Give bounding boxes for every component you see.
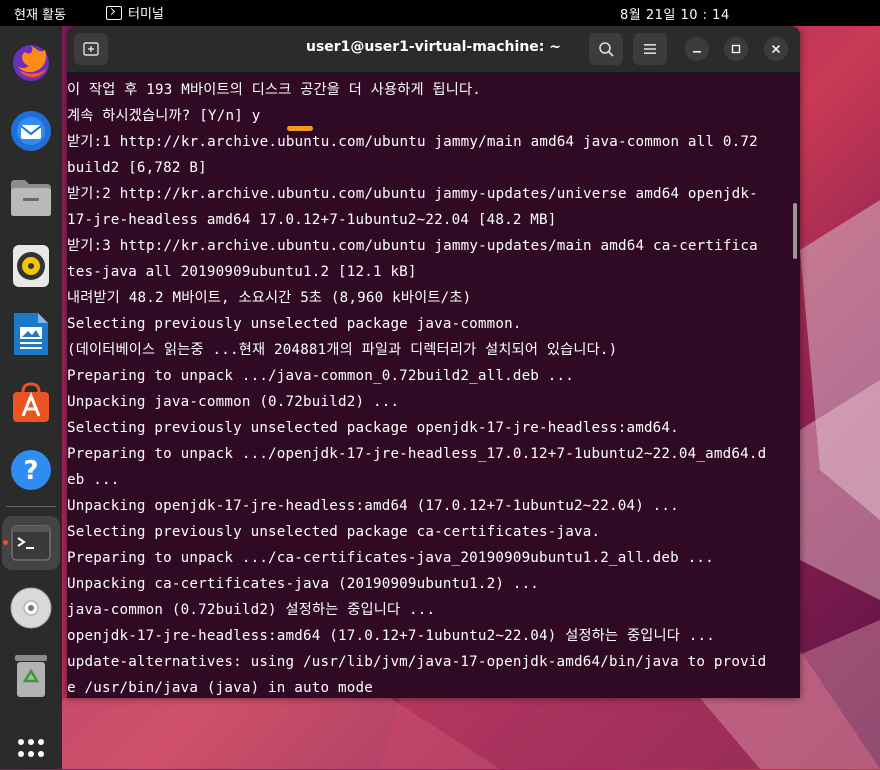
scrollbar[interactable] xyxy=(793,203,797,259)
trash-icon[interactable] xyxy=(7,652,55,700)
show-apps-icon[interactable] xyxy=(7,730,55,770)
top-bar: 현재 활동 터미널 8월 21일 10 : 14 xyxy=(0,0,880,26)
terminal-line: openjdk-17-jre-headless:amd64 (17.0.12+7… xyxy=(67,628,715,644)
input-highlight-mark xyxy=(287,126,313,131)
dock-separator xyxy=(6,506,56,507)
search-button[interactable] xyxy=(589,33,623,65)
terminal-small-icon xyxy=(106,5,122,20)
title-bar[interactable]: user1@user1-virtual-machine: ~ xyxy=(67,26,800,73)
terminal-line: 17-jre-headless amd64 17.0.12+7-1ubuntu2… xyxy=(67,212,557,228)
close-icon xyxy=(771,44,781,54)
terminal-line: 받기:1 http://kr.archive.ubuntu.com/ubuntu… xyxy=(67,134,758,150)
terminal-line: (데이터베이스 읽는중 ...현재 204881개의 파일과 디렉터리가 설치되… xyxy=(67,342,618,358)
app-menu[interactable]: 터미널 xyxy=(106,3,164,22)
terminal-line: 받기:3 http://kr.archive.ubuntu.com/ubuntu… xyxy=(67,238,758,254)
terminal-line: Unpacking java-common (0.72build2) ... xyxy=(67,394,400,410)
svg-text:?: ? xyxy=(23,456,38,486)
dock: ? xyxy=(0,26,62,769)
terminal-line: build2 [6,782 B] xyxy=(67,160,207,176)
terminal-line: tes-java all 20190909ubuntu1.2 [12.1 kB] xyxy=(67,264,417,280)
terminal-line: update-alternatives: using /usr/lib/jvm/… xyxy=(67,654,767,670)
terminal-window[interactable]: user1@user1-virtual-machine: ~ 이 작업 후 19… xyxy=(67,26,800,698)
terminal-icon[interactable] xyxy=(2,516,60,570)
terminal-line: Preparing to unpack .../openjdk-17-jre-h… xyxy=(67,446,767,462)
app-name: 터미널 xyxy=(128,7,164,22)
terminal-line: Unpacking ca-certificates-java (20190909… xyxy=(67,576,540,592)
thunderbird-icon[interactable] xyxy=(7,106,55,154)
terminal-line: java-common (0.72build2) 설정하는 중입니다 ... xyxy=(67,602,436,618)
terminal-line: Preparing to unpack .../ca-certificates-… xyxy=(67,550,714,566)
terminal-line: Selecting previously unselected package … xyxy=(67,524,601,540)
help-icon[interactable]: ? xyxy=(7,446,55,494)
firefox-icon[interactable] xyxy=(7,38,55,86)
terminal-line: Preparing to unpack .../java-common_0.72… xyxy=(67,368,575,384)
terminal-line: 이 작업 후 193 M바이트의 디스크 공간을 더 사용하게 됩니다. xyxy=(67,82,481,98)
terminal-line: eb ... xyxy=(67,472,120,488)
hamburger-menu-icon xyxy=(644,44,656,54)
active-indicator xyxy=(3,540,8,545)
terminal-line: Selecting previously unselected package … xyxy=(67,420,679,436)
terminal-line: Unpacking openjdk-17-jre-headless:amd64 … xyxy=(67,498,679,514)
app-center-icon[interactable] xyxy=(7,378,55,426)
writer-icon[interactable] xyxy=(7,310,55,358)
files-icon[interactable] xyxy=(7,174,55,222)
menu-button[interactable] xyxy=(633,33,667,65)
terminal-line: Selecting previously unselected package … xyxy=(67,316,522,332)
terminal-line: 받기:2 http://kr.archive.ubuntu.com/ubuntu… xyxy=(67,186,758,202)
activities-button[interactable]: 현재 활동 xyxy=(14,4,66,23)
rhythmbox-icon[interactable] xyxy=(7,242,55,290)
maximize-icon xyxy=(731,44,741,54)
disc-icon[interactable] xyxy=(7,584,55,632)
minimize-icon xyxy=(693,51,701,53)
terminal-line: 내려받기 48.2 M바이트, 소요시간 5초 (8,960 k바이트/초) xyxy=(67,290,472,306)
minimize-button[interactable] xyxy=(685,37,709,61)
terminal-line: 계속 하시겠습니까? [Y/n] y xyxy=(67,108,261,124)
terminal-output[interactable]: 이 작업 후 193 M바이트의 디스크 공간을 더 사용하게 됩니다. 계속 하… xyxy=(67,73,789,698)
maximize-button[interactable] xyxy=(724,37,748,61)
terminal-line: e /usr/bin/java (java) in auto mode xyxy=(67,680,373,696)
clock[interactable]: 8월 21일 10 : 14 xyxy=(620,4,730,23)
search-icon xyxy=(599,42,614,57)
close-button[interactable] xyxy=(764,37,788,61)
